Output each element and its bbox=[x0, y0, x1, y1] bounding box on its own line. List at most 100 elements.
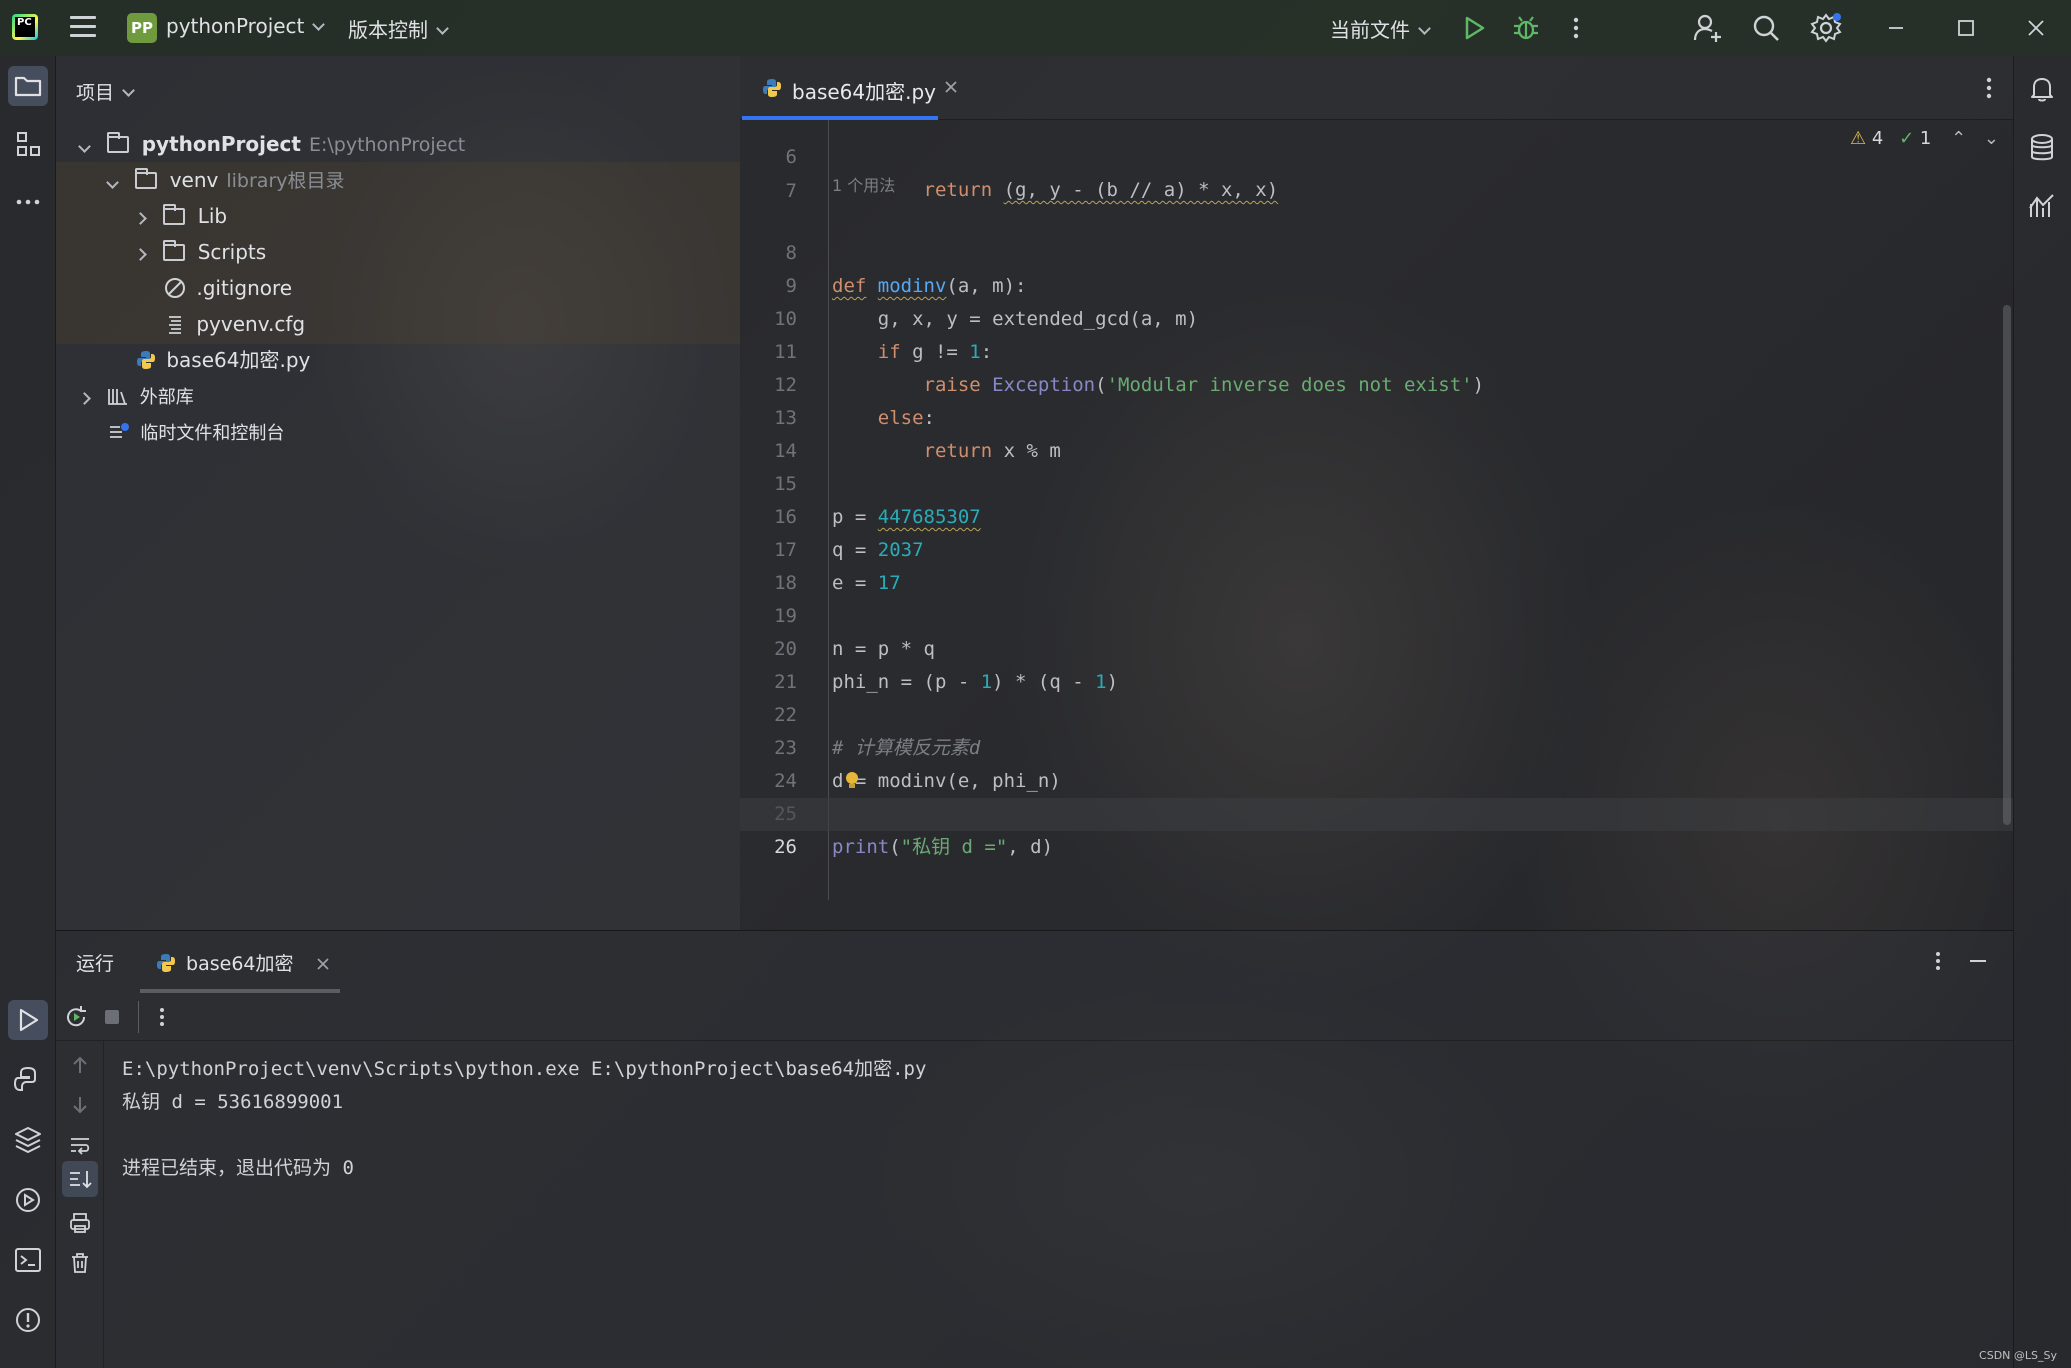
tree-item-external-libraries[interactable]: 外部库 bbox=[78, 379, 194, 413]
code-line: 9 g, x, y = extended_gcd(a, m) bbox=[740, 237, 2013, 330]
run-config-label: 当前文件 bbox=[1330, 18, 1410, 42]
run-tool-button[interactable] bbox=[8, 1000, 48, 1040]
intention-bulb-icon[interactable] bbox=[844, 771, 860, 791]
more-tools-icon[interactable] bbox=[8, 182, 48, 222]
tree-item-lib[interactable]: Lib bbox=[134, 199, 228, 233]
project-tool-button[interactable] bbox=[8, 66, 48, 106]
python-packages-icon[interactable] bbox=[8, 1120, 48, 1160]
code-with-me-icon[interactable] bbox=[1692, 12, 1724, 44]
tree-item-pyvenv-cfg[interactable]: pyvenv.cfg bbox=[164, 307, 305, 341]
debug-icon[interactable] bbox=[1510, 12, 1542, 44]
code-line: 10 if g != 1: bbox=[740, 270, 2013, 363]
python-console-icon[interactable] bbox=[8, 1060, 48, 1100]
editor-options-icon[interactable] bbox=[1975, 72, 2003, 104]
collapse-arrow-icon[interactable] bbox=[134, 212, 147, 225]
expand-arrow-icon[interactable] bbox=[78, 140, 91, 153]
structure-tool-icon[interactable] bbox=[8, 124, 48, 164]
tree-item-label: base64加密.py bbox=[166, 348, 311, 372]
hide-panel-icon[interactable] bbox=[1966, 947, 1990, 975]
more-actions-icon[interactable] bbox=[1560, 12, 1592, 44]
code-line: 17 e = 17 bbox=[740, 501, 2013, 594]
project-panel: 项目 pythonProject E:\pythonProject venv lib… bbox=[56, 56, 740, 930]
tree-item-hint: library根目录 bbox=[226, 170, 345, 192]
code-line: 25 print("私钥 d =", d) bbox=[740, 765, 2013, 858]
stop-icon[interactable] bbox=[102, 1007, 122, 1027]
print-icon[interactable] bbox=[68, 1211, 92, 1235]
chevron-down-icon bbox=[1418, 22, 1431, 35]
clear-all-trash-icon[interactable] bbox=[68, 1251, 92, 1275]
console-exit-line: 进程已结束，退出代码为 0 bbox=[122, 1157, 354, 1179]
close-tab-icon[interactable] bbox=[943, 79, 959, 95]
expand-arrow-icon[interactable] bbox=[106, 176, 119, 189]
scroll-up-icon[interactable] bbox=[68, 1053, 92, 1077]
chevron-down-icon bbox=[436, 22, 449, 35]
tree-item-label: pythonProject bbox=[141, 132, 301, 156]
tree-item-scripts[interactable]: Scripts bbox=[134, 235, 266, 269]
close-run-tab-icon[interactable] bbox=[316, 957, 330, 971]
project-badge[interactable]: PP bbox=[127, 13, 157, 43]
settings-gear-icon[interactable] bbox=[1810, 12, 1842, 44]
editor-tab-label: base64加密.py bbox=[792, 80, 937, 104]
code-text: print("私钥 d =", d) bbox=[832, 836, 1054, 858]
code-line: 12 else: bbox=[740, 336, 2013, 429]
folder-icon bbox=[163, 204, 186, 225]
tree-item-venv[interactable]: venv library根目录 bbox=[106, 163, 345, 197]
chevron-down-icon bbox=[312, 18, 326, 31]
run-icon[interactable] bbox=[1458, 12, 1490, 44]
project-panel-header[interactable]: 项目 bbox=[76, 78, 135, 105]
close-window-icon[interactable] bbox=[2020, 12, 2052, 44]
maximize-window-icon[interactable] bbox=[1950, 12, 1982, 44]
code-line: 16 q = 2037 bbox=[740, 468, 2013, 561]
run-panel-options-icon[interactable] bbox=[1928, 947, 1948, 975]
run-toolbar bbox=[56, 993, 2013, 1041]
notifications-bell-icon[interactable] bbox=[2022, 68, 2062, 108]
right-tool-strip bbox=[2013, 56, 2071, 1368]
code-line-current: 26 bbox=[740, 798, 2013, 858]
collapse-arrow-icon[interactable] bbox=[78, 392, 91, 405]
soft-wrap-icon[interactable] bbox=[68, 1133, 92, 1157]
usage-inlay-hint[interactable]: 1 个用法 bbox=[832, 172, 895, 196]
code-line: 24 bbox=[740, 732, 2013, 792]
tree-item-scratches[interactable]: 临时文件和控制台 bbox=[108, 415, 284, 449]
project-switcher[interactable]: pythonProject bbox=[166, 14, 326, 38]
code-line: 7 bbox=[740, 142, 2013, 202]
editor-scrollbar[interactable] bbox=[2003, 305, 2011, 825]
code-editor[interactable]: ⚠ 4 ✓ 1 ⌃ ⌄ 6 return (g, y - (b // a) * … bbox=[740, 120, 2013, 930]
pycharm-logo-icon: PC bbox=[12, 14, 38, 40]
run-tab-base64[interactable]: base64加密 bbox=[156, 949, 330, 976]
database-icon[interactable] bbox=[2022, 128, 2062, 168]
minimize-window-icon[interactable] bbox=[1880, 12, 1912, 44]
terminal-icon[interactable] bbox=[8, 1240, 48, 1280]
main-menu-icon[interactable] bbox=[70, 16, 96, 38]
scientific-mode-icon[interactable] bbox=[2022, 186, 2062, 226]
scroll-down-icon[interactable] bbox=[68, 1093, 92, 1117]
collapse-arrow-icon[interactable] bbox=[134, 248, 147, 261]
chevron-down-icon bbox=[122, 84, 135, 97]
problems-icon[interactable] bbox=[8, 1300, 48, 1340]
tree-item-gitignore[interactable]: .gitignore bbox=[164, 271, 292, 305]
console-output-line: 私钥 d = 53616899001 bbox=[122, 1091, 344, 1113]
tree-item-base64-py[interactable]: base64加密.py bbox=[136, 343, 310, 377]
tree-item-pythonproject[interactable]: pythonProject E:\pythonProject bbox=[78, 127, 466, 161]
python-file-icon bbox=[136, 350, 156, 370]
library-icon bbox=[107, 386, 129, 406]
run-panel-header: 运行 base64加密 bbox=[56, 931, 2013, 993]
code-line: 6 return (g, y - (b // a) * x, x) bbox=[740, 108, 2013, 201]
rerun-icon[interactable] bbox=[62, 1003, 90, 1031]
code-line: 11 raise Exception('Modular inverse does… bbox=[740, 303, 2013, 396]
services-icon[interactable] bbox=[8, 1180, 48, 1220]
vcs-menu[interactable]: 版本控制 bbox=[348, 14, 449, 43]
run-config-selector[interactable]: 当前文件 bbox=[1330, 14, 1431, 43]
code-line: 14 bbox=[740, 402, 2013, 462]
tree-item-label: Lib bbox=[197, 204, 228, 228]
vcs-menu-label: 版本控制 bbox=[348, 18, 428, 42]
run-more-icon[interactable] bbox=[152, 1005, 172, 1029]
scroll-to-end-button[interactable] bbox=[62, 1161, 98, 1197]
tree-item-path: E:\pythonProject bbox=[308, 134, 466, 156]
project-name-label: pythonProject bbox=[166, 14, 305, 38]
code-line: 20 phi_n = (p - 1) * (q - 1) bbox=[740, 600, 2013, 693]
search-icon[interactable] bbox=[1750, 12, 1782, 44]
console-command-line: E:\pythonProject\venv\Scripts\python.exe… bbox=[122, 1058, 927, 1080]
tree-item-label: pyvenv.cfg bbox=[196, 312, 306, 336]
tree-item-label: 临时文件和控制台 bbox=[140, 423, 285, 444]
